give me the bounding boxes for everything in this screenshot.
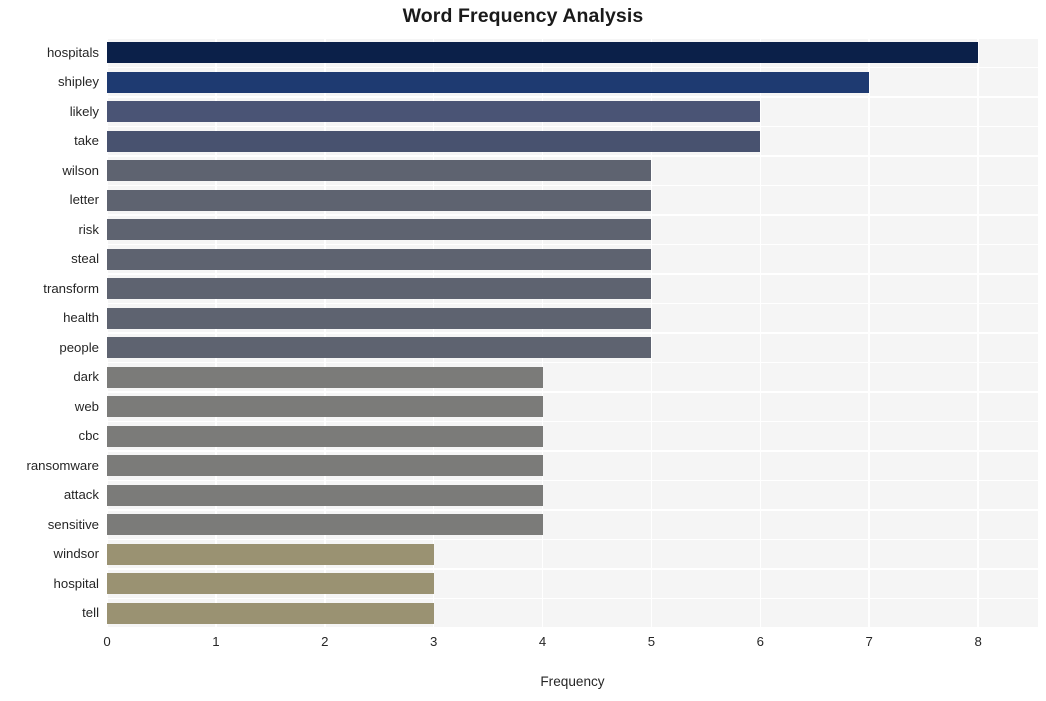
gridline-horizontal — [107, 597, 1038, 600]
x-tick-label: 7 — [865, 634, 873, 649]
y-tick-label: health — [63, 310, 99, 326]
bar — [107, 307, 652, 329]
bar — [107, 189, 652, 211]
y-tick-label: attack — [63, 487, 99, 503]
gridline-horizontal — [107, 302, 1038, 305]
bar — [107, 514, 543, 536]
bar — [107, 71, 870, 93]
gridline-horizontal — [107, 420, 1038, 423]
x-axis-tick-labels: 0 1 2 3 4 5 6 7 8 — [103, 628, 1038, 658]
y-tick-label: sensitive — [47, 516, 99, 532]
x-tick-label: 5 — [647, 634, 656, 649]
x-tick-label: 1 — [212, 634, 220, 649]
gridline-horizontal — [107, 538, 1038, 541]
gridline-horizontal — [107, 391, 1038, 393]
y-tick-label: letter — [69, 192, 99, 208]
bar — [107, 366, 543, 388]
y-tick-label: take — [74, 133, 99, 149]
gridline-horizontal — [107, 332, 1038, 334]
y-tick-label: hospital — [53, 575, 99, 591]
bar — [107, 543, 434, 565]
x-tick-label: 2 — [321, 634, 329, 649]
bar — [107, 602, 434, 624]
plot-area — [107, 38, 1038, 628]
y-axis-tick-labels: hospitals shipley likely take wilson letter ri… — [0, 38, 99, 628]
x-tick-label: 0 — [103, 634, 111, 649]
bar — [107, 455, 543, 477]
bar — [107, 42, 979, 64]
y-tick-label: people — [59, 339, 99, 355]
gridline-horizontal — [107, 243, 1038, 246]
gridline-horizontal — [107, 361, 1038, 364]
gridline-horizontal — [107, 96, 1038, 98]
gridline-horizontal — [107, 155, 1038, 157]
y-tick-label: ransomware — [26, 457, 99, 473]
bar — [107, 337, 652, 359]
y-tick-label: steal — [71, 251, 99, 267]
gridline-horizontal — [107, 184, 1038, 187]
gridline-horizontal — [107, 214, 1038, 216]
x-tick-label: 3 — [429, 634, 438, 649]
gridline-horizontal — [107, 125, 1038, 128]
bar — [107, 278, 652, 300]
gridline-horizontal — [107, 450, 1038, 452]
bar — [107, 130, 761, 152]
page-title: Word Frequency Analysis — [402, 5, 644, 27]
y-tick-label: tell — [82, 605, 99, 621]
gridline-horizontal — [107, 66, 1038, 69]
gridline-horizontal — [107, 38, 1038, 39]
gridline-horizontal — [107, 273, 1038, 275]
y-tick-label: likely — [69, 103, 99, 119]
bar — [107, 396, 543, 418]
y-tick-label: dark — [73, 369, 99, 385]
bar — [107, 248, 652, 270]
x-tick-label: 8 — [974, 634, 982, 649]
x-tick-label: 6 — [756, 634, 764, 649]
x-tick-label: 4 — [538, 634, 547, 649]
y-tick-label: shipley — [57, 74, 99, 90]
bar — [107, 219, 652, 241]
y-tick-label: hospitals — [46, 44, 99, 60]
y-tick-label: wilson — [62, 162, 99, 178]
y-tick-label: risk — [78, 221, 99, 237]
bar — [107, 160, 652, 182]
x-axis-title: Frequency — [540, 674, 605, 689]
gridline-horizontal — [107, 568, 1038, 570]
y-tick-label: cbc — [78, 428, 99, 444]
chart-figure: Word Frequency Analysis hospitals shipley… — [0, 0, 1046, 701]
gridline-horizontal — [107, 479, 1038, 482]
bar — [107, 101, 761, 123]
y-tick-label: transform — [43, 280, 99, 296]
bar — [107, 484, 543, 506]
bar — [107, 425, 543, 447]
y-tick-label: web — [74, 398, 99, 414]
y-tick-label: windsor — [53, 546, 99, 562]
gridline-horizontal — [107, 509, 1038, 511]
bar — [107, 573, 434, 595]
